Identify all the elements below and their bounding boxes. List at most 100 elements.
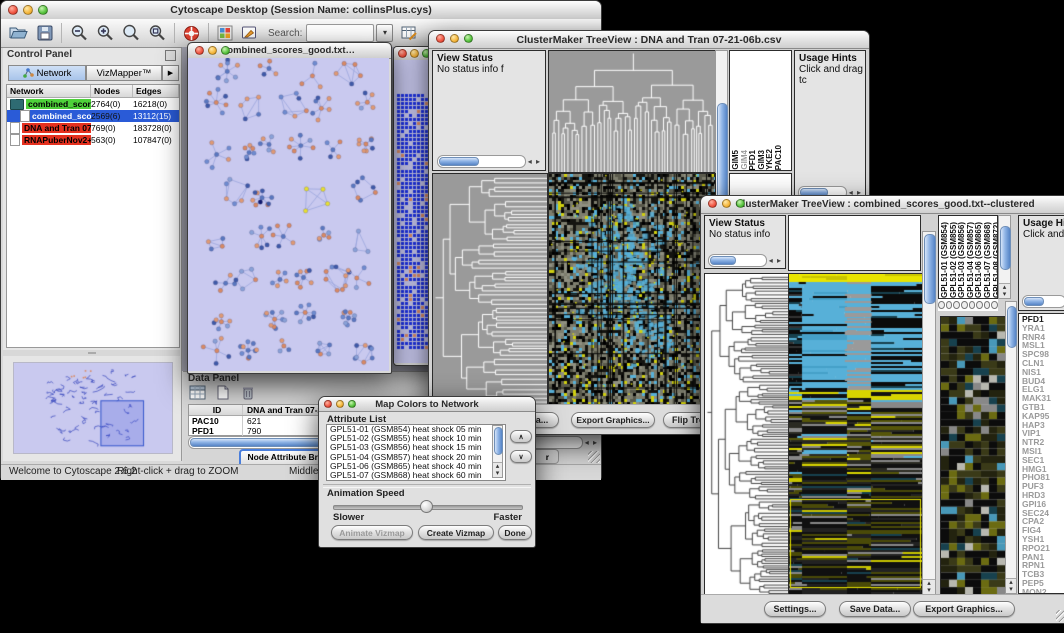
col-network[interactable]: Network [7,85,91,97]
window-title-bar[interactable]: ClusterMaker TreeView : combined_scores_… [701,196,1064,214]
delete-attribute-trash-icon[interactable] [241,385,255,405]
scrollbar-thumb[interactable] [494,427,503,455]
window-title-bar[interactable]: combined_scores_good.txt--cluste... [188,43,391,59]
speed-slider-thumb[interactable] [420,500,433,513]
cytopanel-squares-icon[interactable] [217,25,233,41]
create-vizmap-button[interactable]: Create Vizmap [418,525,494,540]
main-heatmap[interactable] [788,273,923,597]
done-button[interactable]: Done [498,525,532,540]
dialog-title-bar[interactable]: Map Colors to Network [319,397,535,412]
usage-hints-text: Click and drag tc [795,64,865,86]
scrollbar-arrows[interactable]: ◂ ▸ [526,157,541,166]
close-button[interactable] [436,34,445,43]
row-dendrogram[interactable] [704,273,790,597]
scrollbar-thumb[interactable] [1000,226,1011,270]
minimize-button[interactable] [722,199,731,208]
scrollbar-arrows[interactable]: ▴▾ [999,283,1010,298]
zoom-button[interactable] [38,5,48,15]
tab-network[interactable]: Network [8,65,86,81]
minimize-button[interactable] [23,5,33,15]
close-button[interactable] [708,199,717,208]
resize-grip[interactable] [1056,610,1064,622]
genelist-vscrollbar[interactable]: ▴▾ [1005,301,1017,594]
close-button[interactable] [8,5,18,15]
zoom-out-icon[interactable] [70,24,88,42]
scrollbar-arrows[interactable]: ▴▾ [493,462,502,477]
col-nodes[interactable]: Nodes [91,85,133,97]
row-dendrogram[interactable] [432,173,548,406]
zoom-button[interactable] [348,400,356,408]
labels-vscrollbar[interactable]: ▴▾ [998,215,1011,299]
network-table-header[interactable]: Network Nodes Edges [7,85,179,98]
zoom-selected-icon[interactable] [148,24,166,42]
zoom-heatmap[interactable] [940,316,1006,596]
table-row[interactable]: combined_scores 2764(0) 16218(0) [7,98,179,110]
zoom-button[interactable] [736,199,745,208]
list-vscrollbar[interactable]: ▴▾ [492,425,503,478]
tab-vizmapper[interactable]: VizMapper™ [86,65,162,81]
zoom-button[interactable] [221,46,230,55]
scrollbar-thumb[interactable] [1024,297,1044,306]
search-input[interactable] [306,24,374,42]
usage-hints-title: Usage Hi [1019,216,1064,229]
status-hscrollbar[interactable]: ◂ ▸ [708,254,782,266]
hints-hscrollbar[interactable] [1022,295,1064,307]
main-heatmap[interactable] [548,173,716,406]
attribute-editor-icon[interactable] [401,25,418,41]
scrollbar-thumb[interactable] [1007,306,1017,348]
table-row-selected[interactable]: combined_sco 2569(6) 13112(15) [7,110,179,122]
gene-list: PFD1YRA1RNR4MSL1SPC98CLN1NIS1BUD4ELG1MAK… [1018,313,1064,594]
zoom-fit-icon[interactable] [122,24,140,42]
search-dropdown-arrow[interactable]: ▾ [376,24,393,42]
table-row[interactable]: RNAPuberNov2+ 563(0) 107847(0) [7,134,179,146]
annotation-icon[interactable] [241,25,258,41]
resize-grip[interactable] [588,451,600,463]
table-view-icon[interactable] [189,385,206,405]
open-folder-icon[interactable] [9,25,29,41]
minimize-button[interactable] [336,400,344,408]
zoom-in-icon[interactable] [96,24,114,42]
heatmap-vscrollbar[interactable]: ▴▾ [922,231,936,595]
tab-overflow-arrow[interactable]: ▶ [162,65,179,81]
scrollbar-thumb[interactable] [924,234,936,304]
minimize-button[interactable] [450,34,459,43]
scrollbar-arrows[interactable]: ▴▾ [1006,578,1016,593]
treeview-button-row: Settings... Save Data... Export Graphics… [701,594,1064,623]
scrollbar-thumb[interactable] [439,157,479,166]
settings-button[interactable]: Settings... [764,601,826,617]
save-icon[interactable] [37,25,53,41]
network-canvas[interactable] [188,58,389,371]
close-button[interactable] [324,400,332,408]
float-panel-icon[interactable] [165,50,176,61]
window-title-bar[interactable]: ClusterMaker TreeView : DNA and Tran 07-… [429,31,869,49]
minimize-button[interactable] [410,49,419,58]
status-hscrollbar[interactable]: ◂ ▸ [437,155,541,167]
column-dendrogram-area[interactable] [788,215,921,271]
minimize-button[interactable] [208,46,217,55]
move-up-button[interactable]: ∧ [510,430,532,443]
close-button[interactable] [195,46,204,55]
save-data-button[interactable]: Save Data... [839,601,911,617]
new-attribute-icon[interactable] [216,385,230,405]
scrollbar-arrows[interactable]: ▴▾ [923,579,935,594]
animate-vizmap-button[interactable]: Animate Vizmap [331,525,413,540]
main-title-bar[interactable]: Cytoscape Desktop (Session Name: collins… [1,1,601,20]
attribute-item[interactable]: GPL51-07 (GSM868) heat shock 60 min [327,471,505,480]
zoom-button[interactable] [464,34,473,43]
move-down-button[interactable]: ∨ [510,450,532,463]
table-row[interactable]: DNA and Tran 07 769(0) 183728(0) [7,122,179,134]
column-dendrogram[interactable] [548,50,716,173]
splitter-handle[interactable] [3,350,180,356]
col-edges[interactable]: Edges [133,85,179,97]
scrollbar-thumb[interactable] [710,256,736,265]
export-graphics-button[interactable]: Export Graphics... [913,601,1015,617]
close-button[interactable] [398,49,407,58]
column-label[interactable]: PAC10 [775,145,784,170]
scrollbar-arrows[interactable]: ◂ ▸ [583,438,598,447]
control-panel-header: Control Panel [3,48,181,65]
tab-network-label: Network [37,68,72,79]
scrollbar-arrows[interactable]: ◂ ▸ [767,256,782,265]
network-overview-thumbnail[interactable] [13,362,173,454]
help-lifesaver-icon[interactable] [183,25,200,42]
export-graphics-button[interactable]: Export Graphics... [571,412,655,428]
